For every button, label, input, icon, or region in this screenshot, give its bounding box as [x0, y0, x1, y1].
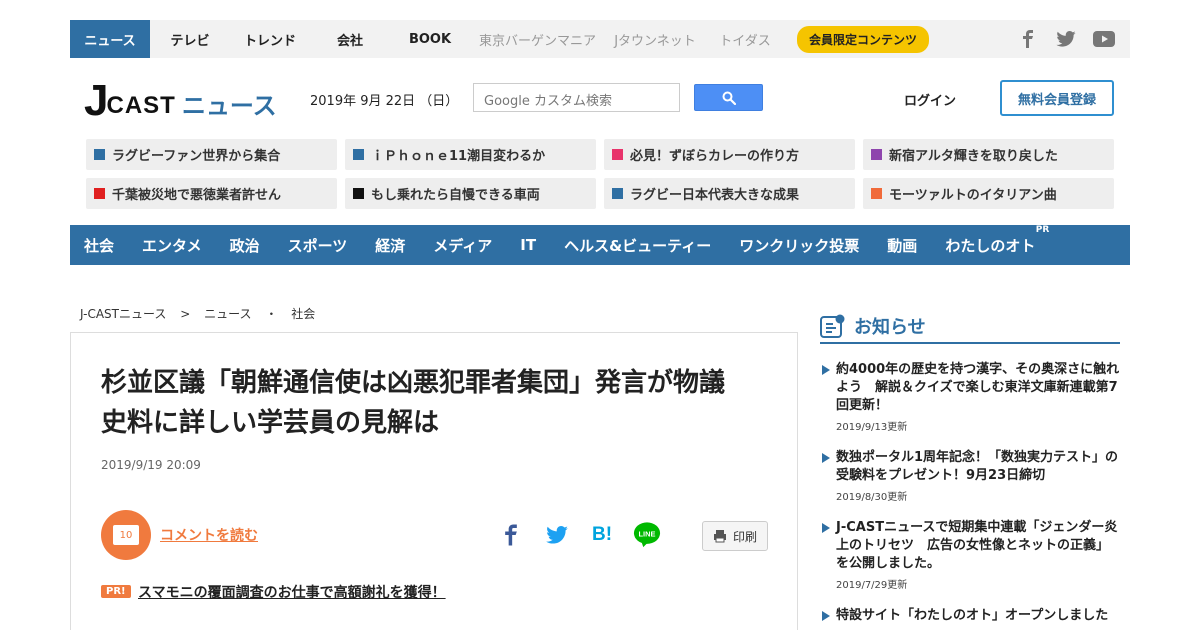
comment-count-icon[interactable]: 10	[101, 510, 151, 560]
breadcrumb-separator: >	[180, 307, 191, 321]
trend-item[interactable]: 千葉被災地で悪徳業者許せん	[86, 178, 337, 209]
trend-item[interactable]: ｉＰｈｏｎｅ11潮目変わるか	[345, 139, 596, 170]
search-button[interactable]	[694, 84, 763, 111]
topnav-book[interactable]: BOOK	[390, 20, 470, 58]
hatena-bookmark-icon[interactable]: B!	[588, 521, 616, 549]
line-share-label: LINE	[639, 529, 656, 538]
notice-date: 2019/8/30更新	[836, 492, 908, 503]
trend-color-square	[94, 188, 105, 199]
printer-icon	[713, 530, 726, 543]
article-card: 杉並区議「朝鮮通信使は凶悪犯罪者集団」発言が物議 史料に詳しい学芸員の見解は 2…	[70, 332, 798, 630]
trend-item[interactable]: 必見！ずぼらカレーの作り方	[604, 139, 855, 170]
topnav-toidas[interactable]: トイダス	[705, 20, 785, 58]
topnav-tv[interactable]: テレビ	[150, 20, 230, 58]
triangle-bullet-icon	[822, 453, 830, 463]
line-share-icon[interactable]: LINE	[633, 521, 661, 549]
trend-color-square	[871, 188, 882, 199]
breadcrumb-news[interactable]: ニュース	[204, 307, 251, 321]
login-link[interactable]: ログイン	[904, 90, 956, 109]
category-health-beauty[interactable]: ヘルス&ビューティー	[564, 235, 711, 256]
register-button[interactable]: 無料会員登録	[1000, 80, 1114, 116]
twitter-share-icon[interactable]	[543, 521, 571, 549]
category-politics[interactable]: 政治	[230, 235, 260, 256]
breadcrumb-separator: ・	[265, 307, 278, 321]
social-links	[1016, 20, 1116, 58]
trend-item[interactable]: ラグビー日本代表大きな成果	[604, 178, 855, 209]
notice-date: 2019/7/29更新	[836, 580, 908, 591]
article-date: 2019/9/19 20:09	[101, 458, 201, 472]
trend-color-square	[871, 149, 882, 160]
read-comments-link[interactable]: コメントを読む	[160, 525, 258, 545]
jcast-news-logo[interactable]: J CAST ニュース	[84, 78, 277, 123]
topnav-jtown-net[interactable]: Jタウンネット	[605, 20, 705, 58]
search-icon	[722, 91, 736, 105]
trending-topics: ラグビーファン世界から集合 ｉＰｈｏｎｅ11潮目変わるか 必見！ずぼらカレーの作…	[86, 139, 1114, 209]
topnav-trend[interactable]: トレンド	[230, 20, 310, 58]
trend-color-square	[94, 149, 105, 160]
search-input[interactable]: Google カスタム検索	[473, 83, 680, 112]
notice-item[interactable]: 約4000年の歴史を持つ漢字、その奥深さに触れよう 解説＆クイズで楽しむ東洋文庫…	[820, 361, 1120, 433]
facebook-icon[interactable]	[1016, 27, 1040, 51]
category-sports[interactable]: スポーツ	[288, 235, 348, 256]
topnav-company[interactable]: 会社	[310, 20, 390, 58]
category-video[interactable]: 動画	[887, 235, 917, 256]
pr-badge: PR!	[101, 585, 131, 598]
notice-date: 2019/9/13更新	[836, 422, 908, 433]
category-watashi-no-oto[interactable]: わたしのオト PR	[945, 225, 1049, 256]
category-society[interactable]: 社会	[84, 235, 114, 256]
trend-item[interactable]: モーツァルトのイタリアン曲	[863, 178, 1114, 209]
article-title: 杉並区議「朝鮮通信使は凶悪犯罪者集団」発言が物議 史料に詳しい学芸員の見解は	[101, 368, 752, 438]
category-entertainment[interactable]: エンタメ	[142, 235, 202, 256]
topnav-news[interactable]: ニュース	[70, 20, 150, 58]
members-only-badge[interactable]: 会員限定コンテンツ	[797, 25, 930, 53]
notice-item[interactable]: J-CASTニュースで短期集中連載「ジェンダー炎上のトリセツ 広告の女性像とネッ…	[820, 519, 1120, 591]
current-date: 2019年 9月 22日 （日）	[310, 94, 459, 109]
pr-tag: PR	[1035, 224, 1050, 235]
notice-item[interactable]: 特設サイト「わたしのオト」オープンしました	[820, 607, 1120, 625]
category-economy[interactable]: 経済	[375, 235, 405, 256]
trend-item[interactable]: ラグビーファン世界から集合	[86, 139, 337, 170]
notice-icon	[820, 314, 845, 338]
print-button[interactable]: 印刷	[702, 521, 768, 551]
top-navigation: ニュース テレビ トレンド 会社 BOOK 東京バーゲンマニア Jタウンネット …	[70, 20, 1130, 58]
trend-item[interactable]: もし乗れたら自慢できる車両	[345, 178, 596, 209]
category-media[interactable]: メディア	[433, 235, 492, 256]
trend-color-square	[612, 188, 623, 199]
breadcrumb: J-CASTニュース > ニュース ・ 社会	[80, 305, 315, 322]
trend-item[interactable]: 新宿アルタ輝きを取り戻した	[863, 139, 1114, 170]
notice-title: お知らせ	[854, 317, 926, 338]
youtube-icon[interactable]	[1092, 27, 1116, 51]
pr-ad-link[interactable]: スマモニの覆面調査のお仕事で高額謝礼を獲得！	[138, 582, 446, 602]
topnav-bargain-mania[interactable]: 東京バーゲンマニア	[470, 20, 605, 58]
triangle-bullet-icon	[822, 365, 830, 375]
category-navigation: 社会 エンタメ 政治 スポーツ 経済 メディア IT ヘルス&ビューティー ワン…	[70, 225, 1130, 265]
notice-header: お知らせ	[820, 310, 1120, 344]
trend-color-square	[612, 149, 623, 160]
twitter-icon[interactable]	[1054, 27, 1078, 51]
category-one-click-poll[interactable]: ワンクリック投票	[739, 235, 859, 256]
facebook-share-icon[interactable]	[497, 521, 525, 549]
triangle-bullet-icon	[822, 611, 830, 621]
category-it[interactable]: IT	[520, 236, 536, 254]
trend-color-square	[353, 149, 364, 160]
breadcrumb-society[interactable]: 社会	[291, 307, 315, 321]
triangle-bullet-icon	[822, 523, 830, 533]
breadcrumb-home[interactable]: J-CASTニュース	[80, 307, 166, 321]
notice-item[interactable]: 数独ポータル1周年記念！「数独実力テスト」の受験料をプレゼント！9月23日締切 …	[820, 449, 1120, 503]
trend-color-square	[353, 188, 364, 199]
comment-count: 10	[113, 525, 139, 545]
